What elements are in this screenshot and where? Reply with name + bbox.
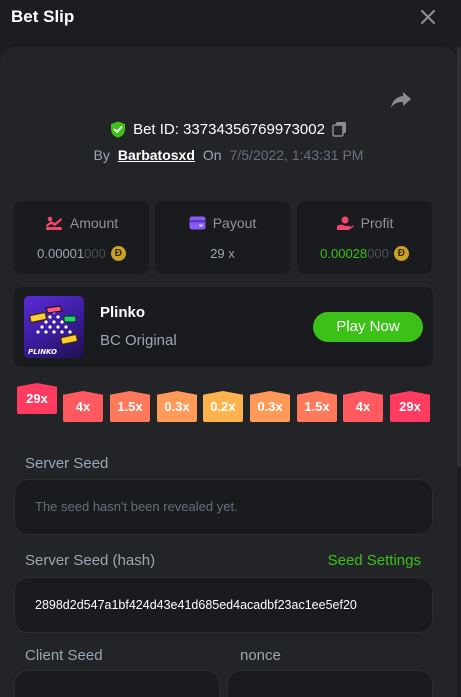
multiplier-bucket: 1.5x — [110, 391, 150, 422]
payout-label: Payout — [212, 215, 257, 231]
amount-stat: Amount 0.00001000 Đ — [14, 201, 149, 274]
amount-value-main: 0.00001 — [37, 246, 85, 261]
nonce-label: nonce — [240, 647, 281, 664]
bet-id-row: Bet ID: 33734356769973002 — [0, 119, 457, 139]
share-icon — [391, 92, 411, 108]
plinko-thumbnail[interactable]: PLINKO — [24, 296, 84, 358]
scrollbar-thumb[interactable] — [457, 47, 461, 467]
server-seed-hash-label: Server Seed (hash) — [25, 552, 156, 569]
multiplier-bucket: 0.2x — [203, 391, 243, 422]
bet-slip-header: Bet Slip — [0, 0, 461, 40]
doge-coin-icon: Đ — [393, 246, 409, 261]
game-provider: BC Original — [100, 332, 177, 349]
payout-value: 29 x — [210, 246, 235, 261]
client-seed-field[interactable] — [14, 670, 220, 697]
game-card: PLINKO Plinko BC Original Play Now — [14, 287, 433, 367]
multiplier-bucket: 0.3x — [157, 391, 197, 422]
multiplier-bucket: 4x — [63, 391, 103, 422]
bet-slip-title: Bet Slip — [11, 7, 75, 26]
share-button[interactable] — [390, 88, 412, 110]
profit-label: Profit — [360, 215, 394, 231]
bet-id-value: 33734356769973002 — [183, 120, 325, 138]
game-name[interactable]: Plinko — [100, 304, 145, 321]
close-button[interactable] — [419, 8, 437, 26]
on-label: On — [202, 147, 222, 163]
doge-coin-icon: Đ — [110, 246, 126, 261]
copy-icon[interactable] — [332, 121, 347, 137]
username-link[interactable]: Barbatosxd — [118, 147, 195, 163]
server-seed-field: The seed hasn't been revealed yet. — [14, 479, 433, 535]
seed-settings-link[interactable]: Seed Settings — [328, 552, 421, 569]
amount-value-dim: 000 — [84, 246, 106, 261]
multiplier-bucket: 0.3x — [250, 391, 290, 422]
profit-stat: Profit 0.00028000 Đ — [297, 201, 432, 274]
amount-value: 0.00001000 — [37, 246, 106, 261]
bet-date: 7/5/2022, 1:43:31 PM — [229, 147, 364, 163]
bet-id-text: Bet ID: 33734356769973002 — [133, 121, 325, 138]
server-seed-hash-field[interactable]: 2898d2d547a1bf424d43e41d685ed4acadbf23ac… — [14, 577, 433, 633]
profit-value: 0.00028000 — [320, 246, 389, 261]
payout-stat: Payout 29 x — [155, 201, 290, 274]
plinko-art-icon: PLINKO — [28, 305, 78, 356]
multiplier-bucket: 4x — [343, 391, 383, 422]
profit-value-dim: 000 — [367, 246, 389, 261]
profit-value-main: 0.00028 — [320, 246, 368, 261]
by-label: By — [93, 147, 110, 163]
scrollbar[interactable] — [457, 47, 461, 697]
bet-id-label: Bet ID: — [133, 120, 179, 138]
multiplier-bucket: 29x — [390, 391, 430, 422]
multiplier-bucket: 29x — [17, 383, 57, 414]
client-seed-label: Client Seed — [25, 647, 103, 664]
close-icon — [420, 9, 436, 25]
amount-icon — [45, 216, 62, 230]
amount-label: Amount — [69, 215, 119, 231]
multiplier-bucket: 1.5x — [297, 391, 337, 422]
shield-check-icon — [111, 121, 126, 138]
wallet-icon — [189, 216, 206, 230]
server-seed-label: Server Seed — [25, 455, 109, 472]
plinko-thumb-label: PLINKO — [28, 348, 57, 356]
play-now-button[interactable]: Play Now — [313, 312, 423, 342]
profit-icon — [336, 216, 354, 230]
nonce-field[interactable] — [227, 670, 433, 697]
bet-owner-row: By Barbatosxd On 7/5/2022, 1:43:31 PM — [0, 145, 457, 165]
